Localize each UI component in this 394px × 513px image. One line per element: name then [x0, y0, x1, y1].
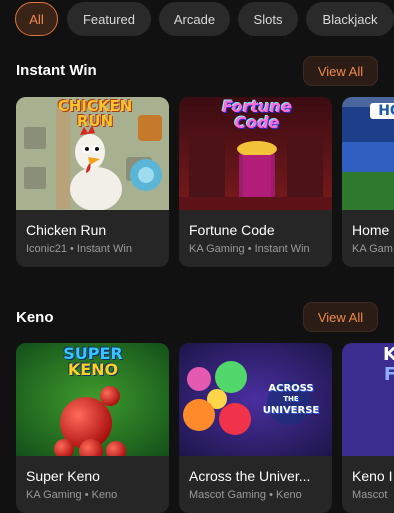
game-title: Home [352, 222, 390, 238]
across-the-universe-logo-text: ACROSS THE UNIVERSE [262, 383, 320, 416]
keno-i-logo-text: K F [383, 344, 394, 385]
game-subtitle: KA Gaming • Keno [26, 489, 118, 501]
home-logo-text: HO [370, 103, 394, 119]
section-title-keno: Keno [16, 309, 54, 326]
tab-all[interactable]: All [15, 2, 58, 36]
keno-i-thumbnail: K F [342, 343, 394, 456]
chicken-run-thumbnail: CHICKEN RUN [16, 97, 169, 210]
tab-arcade[interactable]: Arcade [159, 2, 230, 36]
tab-blackjack[interactable]: Blackjack [306, 2, 394, 36]
view-all-keno-button[interactable]: View All [303, 302, 378, 332]
category-tabs: All Featured Arcade Slots Blackjack [0, 2, 394, 38]
game-subtitle: KA Gaming • Instant Win [189, 243, 310, 255]
game-card-fortune-code[interactable]: Fortune Code Fortune Code KA Gaming • In… [179, 97, 332, 267]
across-the-universe-thumbnail: ACROSS THE UNIVERSE [179, 343, 332, 456]
game-card-home[interactable]: HO Home KA Gam [342, 97, 394, 267]
super-keno-thumbnail: SUPER KENO [16, 343, 169, 456]
game-card-across-the-universe[interactable]: ACROSS THE UNIVERSE Across the Univer...… [179, 343, 332, 513]
game-subtitle: Mascot [352, 489, 388, 501]
super-keno-logo-text: SUPER KENO [63, 344, 123, 379]
game-title: Super Keno [26, 468, 100, 484]
instant-win-row: CHICKEN RUN Chicken Run Iconic21 • Insta… [16, 97, 394, 267]
chicken-run-logo-text: CHICKEN RUN [57, 97, 133, 130]
tab-slots[interactable]: Slots [238, 2, 298, 36]
keno-row: SUPER KENO Super Keno KA Gaming • Keno A… [16, 343, 394, 513]
fortune-code-logo-text: Fortune Code [222, 97, 292, 132]
game-title: Chicken Run [26, 222, 107, 238]
view-all-instant-win-button[interactable]: View All [303, 56, 378, 86]
tab-featured[interactable]: Featured [67, 2, 151, 36]
game-title: Across the Univer... [189, 468, 311, 484]
game-card-super-keno[interactable]: SUPER KENO Super Keno KA Gaming • Keno [16, 343, 169, 513]
section-title-instant-win: Instant Win [16, 62, 97, 79]
game-title: Fortune Code [189, 222, 275, 238]
fortune-code-thumbnail: Fortune Code [179, 97, 332, 210]
game-subtitle: Iconic21 • Instant Win [26, 243, 132, 255]
home-thumbnail: HO [342, 97, 394, 210]
game-subtitle: Mascot Gaming • Keno [189, 489, 302, 501]
game-subtitle: KA Gam [352, 243, 393, 255]
game-card-chicken-run[interactable]: CHICKEN RUN Chicken Run Iconic21 • Insta… [16, 97, 169, 267]
game-title: Keno I [352, 468, 393, 484]
game-card-keno-i[interactable]: K F Keno I Mascot [342, 343, 394, 513]
